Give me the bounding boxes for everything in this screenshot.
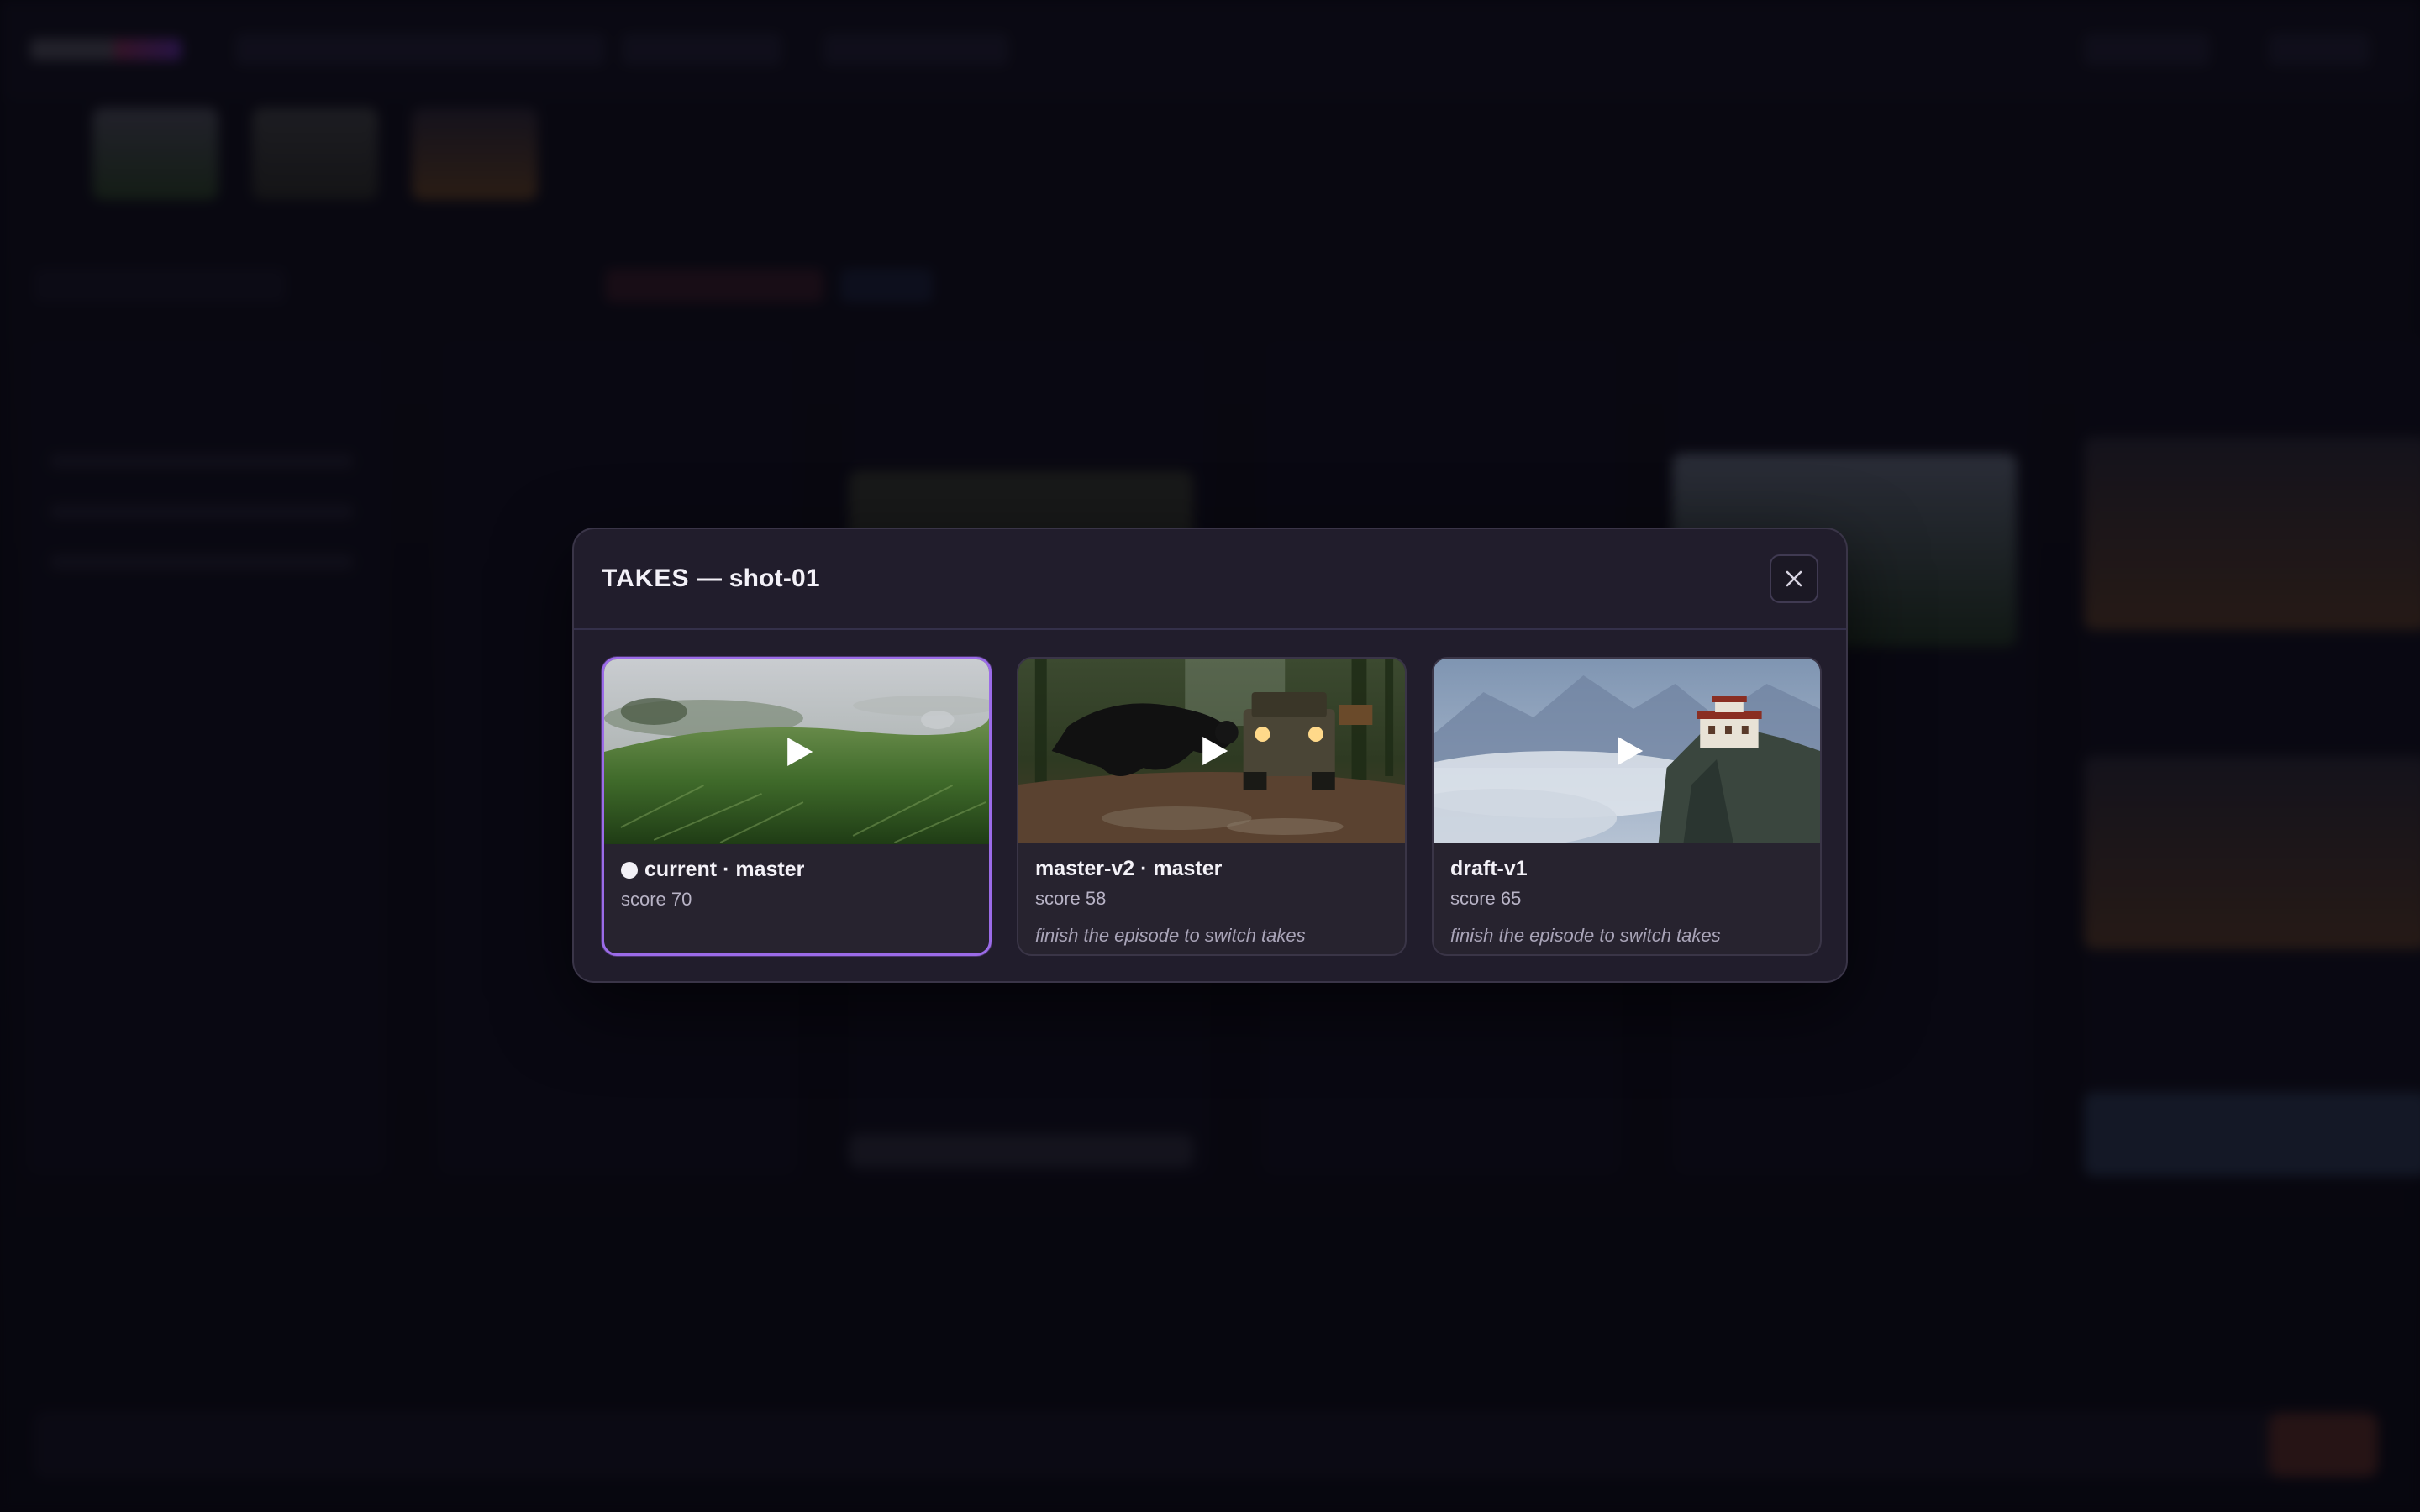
take-score: score 58 <box>1035 888 1107 909</box>
take-thumbnail[interactable] <box>604 659 989 844</box>
take-thumbnail[interactable] <box>1018 659 1405 843</box>
modal-title-suffix: — shot-01 <box>689 564 820 592</box>
take-name: draft-v1 <box>1450 857 1803 881</box>
take-hint: finish the episode to switch takes <box>1450 925 1721 946</box>
take-card-draft-v1[interactable]: draft-v1 score 65 finish the episode to … <box>1432 657 1822 956</box>
take-name-label: master-v2 · master <box>1035 857 1223 880</box>
takes-list: current · master score 70 master-v2 · ma… <box>602 657 1822 956</box>
takes-modal: TAKES — shot-01 current · master score 7… <box>572 528 1848 983</box>
take-info: current · master score 70 <box>604 844 989 911</box>
take-name-label: current · master <box>644 858 805 881</box>
take-name: current · master <box>621 858 972 882</box>
take-name: master-v2 · master <box>1035 857 1388 881</box>
modal-title: TAKES — shot-01 <box>602 564 820 593</box>
current-dot-icon <box>621 861 638 879</box>
take-info: master-v2 · master score 58 finish the e… <box>1018 843 1405 947</box>
take-info: draft-v1 score 65 finish the episode to … <box>1434 843 1820 947</box>
close-icon <box>1786 570 1802 587</box>
take-name-label: draft-v1 <box>1450 857 1528 880</box>
take-thumbnail[interactable] <box>1434 659 1820 843</box>
take-card-current[interactable]: current · master score 70 <box>602 657 992 956</box>
play-icon[interactable] <box>1197 734 1231 768</box>
take-hint: finish the episode to switch takes <box>1035 925 1306 946</box>
take-card-master-v2[interactable]: master-v2 · master score 58 finish the e… <box>1017 657 1407 956</box>
take-score: score 70 <box>621 889 692 910</box>
modal-title-prefix: TAKES <box>602 564 690 592</box>
play-icon[interactable] <box>1612 734 1646 768</box>
close-button[interactable] <box>1770 554 1818 603</box>
take-score: score 65 <box>1450 888 1522 909</box>
modal-header: TAKES — shot-01 <box>574 529 1846 630</box>
play-icon[interactable] <box>782 735 816 769</box>
